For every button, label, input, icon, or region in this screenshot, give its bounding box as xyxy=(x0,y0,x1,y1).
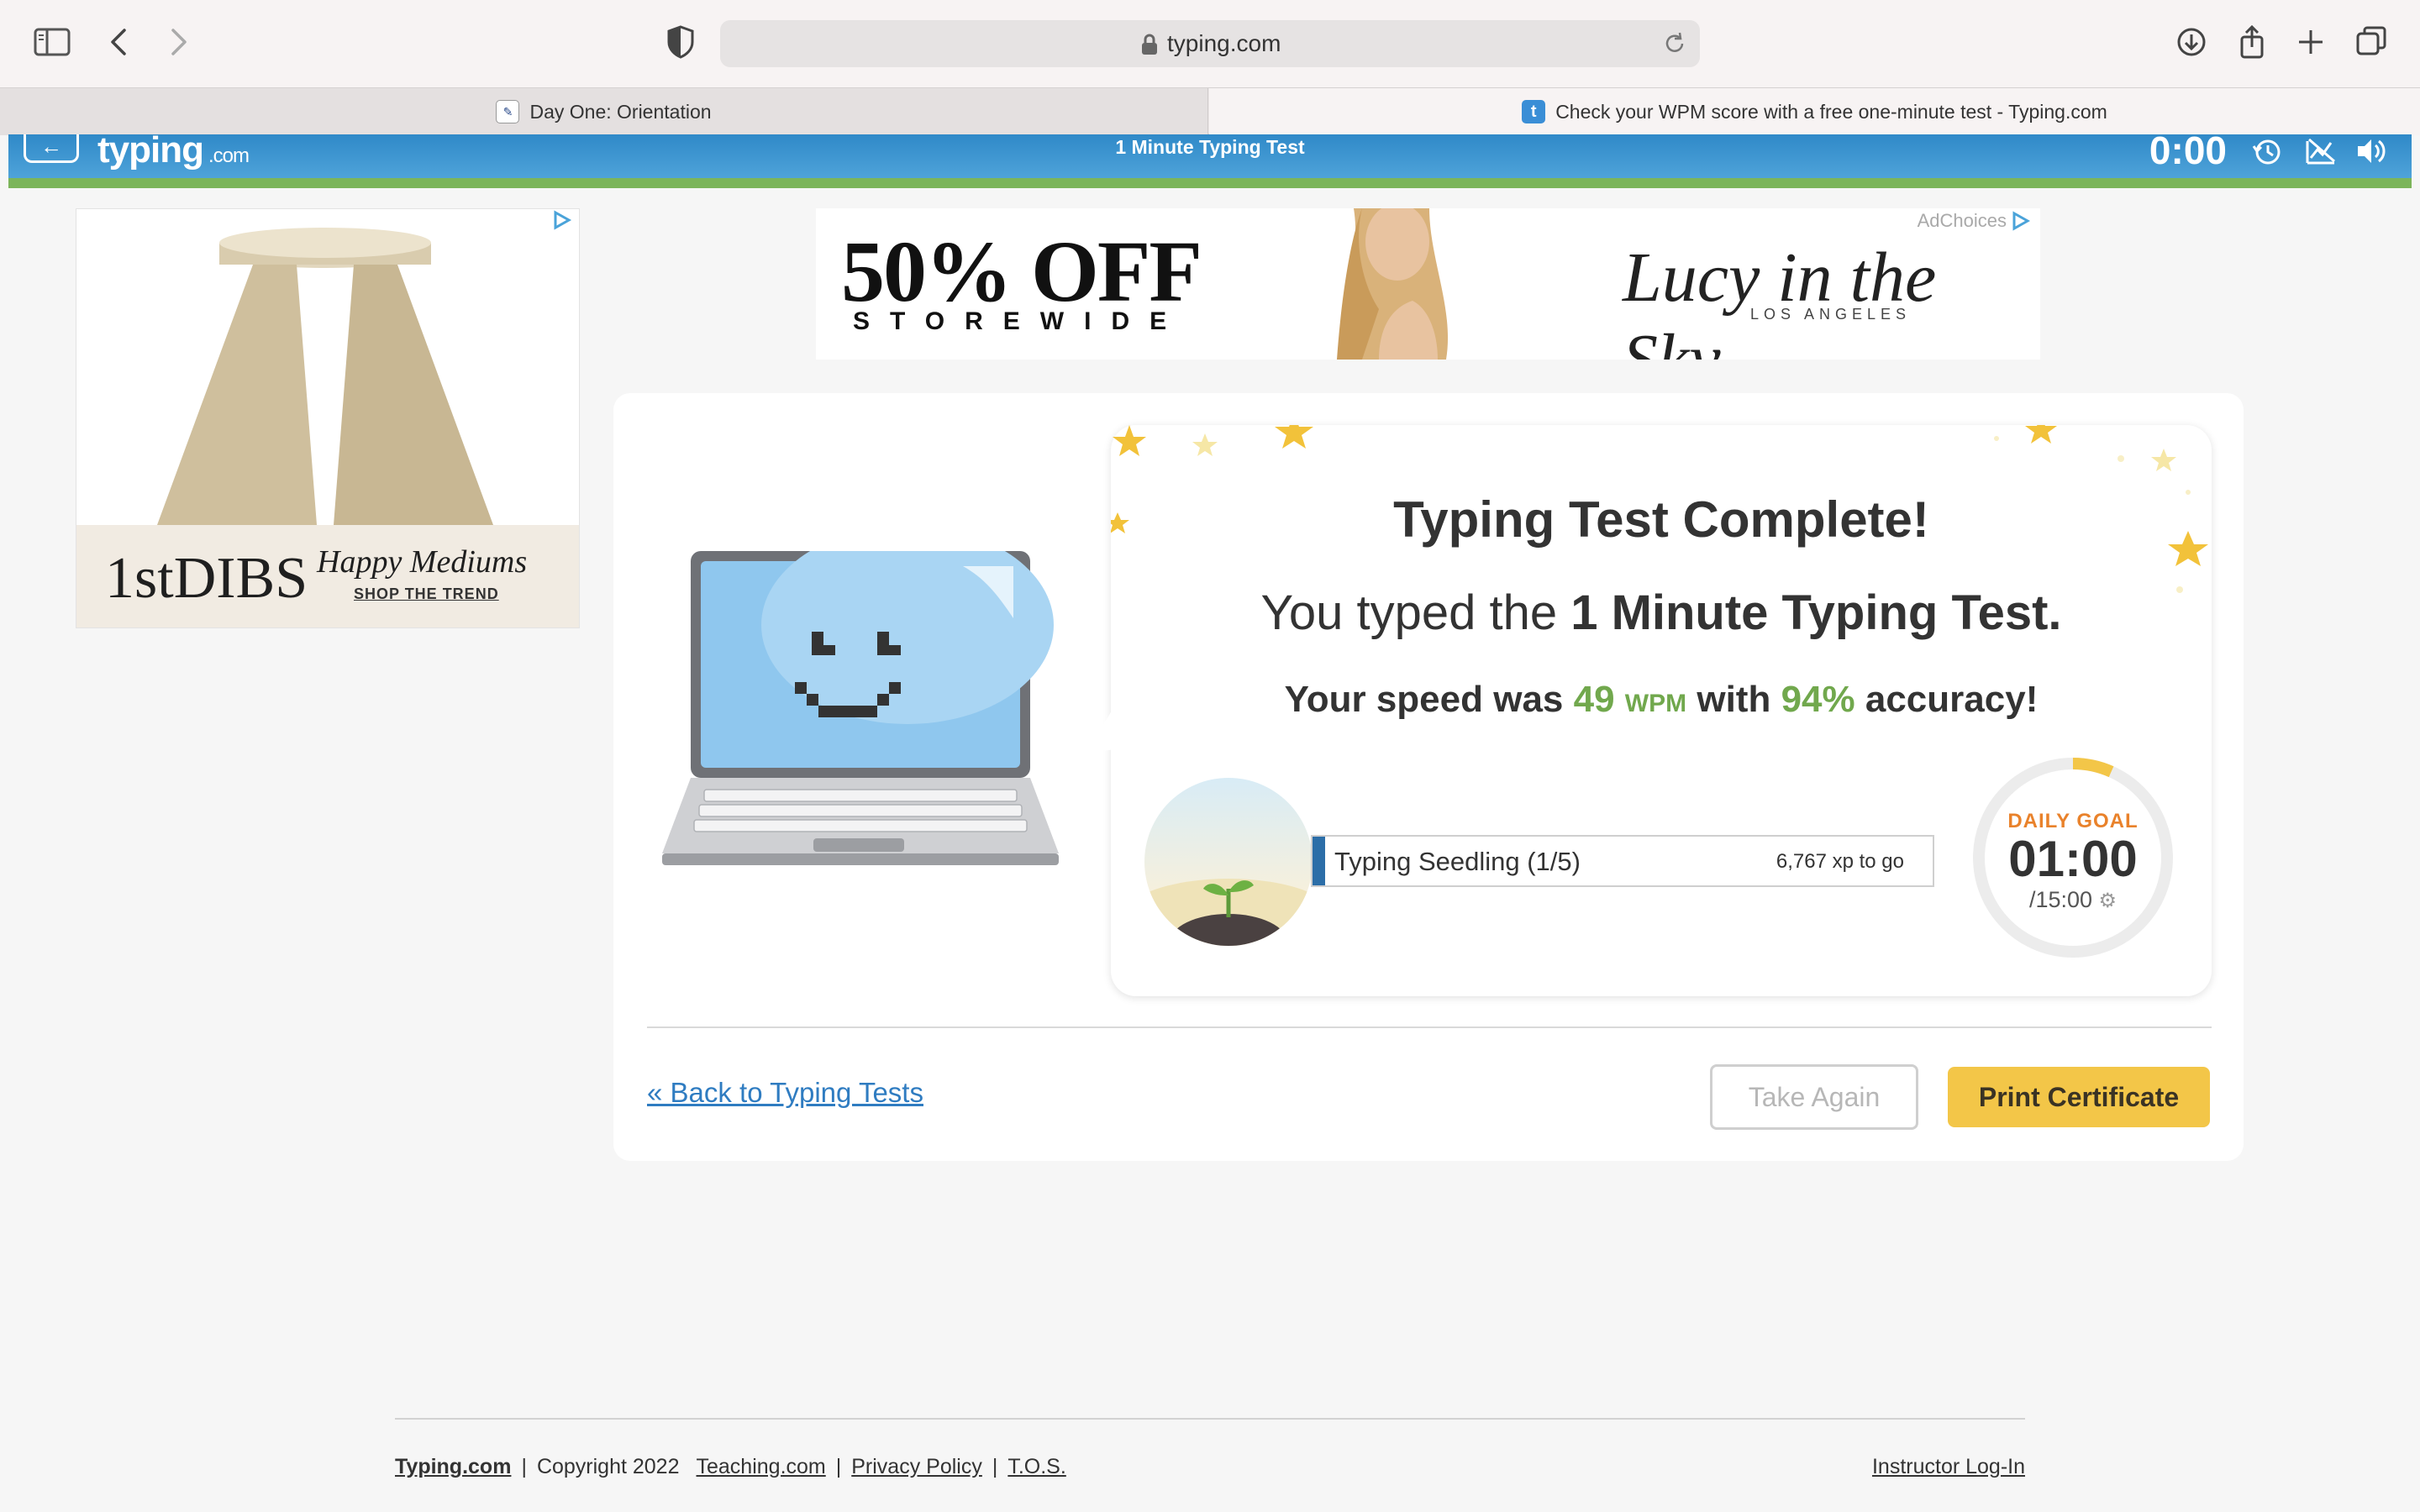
teaching-com-link[interactable]: Teaching.com xyxy=(697,1455,826,1479)
reload-icon[interactable] xyxy=(1661,30,1688,57)
take-again-button[interactable]: Take Again xyxy=(1710,1064,1918,1130)
history-icon[interactable] xyxy=(2250,134,2284,168)
footer-separator: | xyxy=(521,1455,527,1478)
accuracy-value: 94% xyxy=(1781,679,1855,720)
footer-divider xyxy=(395,1418,2025,1420)
print-certificate-button[interactable]: Print Certificate xyxy=(1948,1067,2210,1127)
adchoices-icon[interactable] xyxy=(550,209,572,231)
browser-toolbar: typing.com xyxy=(0,0,2420,87)
speed-suffix: accuracy! xyxy=(1854,679,2039,720)
daily-goal-ring[interactable]: DAILY GOAL 01:00 /15:00 ⚙ xyxy=(1968,753,2178,963)
ad-cta[interactable]: SHOP THE TREND xyxy=(354,585,499,603)
typing-favicon-icon: t xyxy=(1522,100,1546,123)
page-title: 1 Minute Typing Test xyxy=(1115,136,1305,158)
back-to-typing-tests-link[interactable]: « Back to Typing Tests xyxy=(647,1077,923,1109)
back-arrow-icon[interactable] xyxy=(99,22,139,62)
actions-divider xyxy=(647,1026,2212,1028)
adchoices-label: AdChoices xyxy=(1917,210,2007,231)
adchoices-link[interactable]: AdChoices xyxy=(1918,210,2030,232)
wpm-unit: WPM xyxy=(1624,690,1687,717)
typed-test-line: You typed the 1 Minute Typing Test. xyxy=(1111,585,2212,641)
gear-icon[interactable]: ⚙ xyxy=(2099,890,2118,912)
model-photo xyxy=(1337,208,1449,360)
result-bubble: Typing Test Complete! You typed the 1 Mi… xyxy=(1074,425,2212,996)
ad-brand-lucy: Lucy in the Sky xyxy=(1623,239,1937,360)
speed-summary: Your speed was 49 WPM with 94% accuracy! xyxy=(1111,679,2212,721)
ad-caption: 1stDIBS Happy Mediums SHOP THE TREND xyxy=(76,525,579,627)
stool-image xyxy=(76,209,579,525)
address-bar[interactable]: typing.com xyxy=(720,20,1700,67)
test-name: 1 Minute Typing Test. xyxy=(1570,585,2062,640)
footer-separator: | xyxy=(835,1455,842,1478)
share-icon[interactable] xyxy=(2232,22,2272,62)
daily-goal-total: /15:00 ⚙ xyxy=(1968,887,2178,913)
level-label: Typing Seedling (1/5) xyxy=(1334,847,1581,876)
adchoices-icon xyxy=(2012,211,2030,231)
copyright-text: Copyright 2022 xyxy=(536,1455,680,1478)
footer-separator: | xyxy=(992,1455,998,1478)
privacy-policy-link[interactable]: Privacy Policy xyxy=(851,1455,982,1479)
download-icon[interactable] xyxy=(2171,22,2212,62)
top-advertisement[interactable]: 50% OFF STOREWIDE Lucy in the Sky LOS AN… xyxy=(816,208,2040,360)
lock-icon xyxy=(1142,34,1157,55)
tab-typing-test[interactable]: t Check your WPM score with a free one-m… xyxy=(1209,88,2420,135)
wpm-value: 49 xyxy=(1573,679,1615,720)
footer-links: Typing.com | Copyright 2022 Teaching.com… xyxy=(395,1455,1066,1479)
chart-off-icon[interactable] xyxy=(2304,134,2338,168)
left-advertisement[interactable]: 1stDIBS Happy Mediums SHOP THE TREND xyxy=(76,208,580,628)
result-card: Typing Test Complete! You typed the 1 Mi… xyxy=(613,393,2244,1161)
site-header: ← typing .com 1 Minute Typing Test 0:00 xyxy=(8,129,2412,188)
instructor-login-link[interactable]: Instructor Log-In xyxy=(1872,1455,2025,1479)
test-complete-heading: Typing Test Complete! xyxy=(1393,491,1929,548)
tab-title: Check your WPM score with a free one-min… xyxy=(1555,100,2107,123)
tab-overview-icon[interactable] xyxy=(2351,22,2391,62)
daily-goal-time: 01:00 xyxy=(2008,831,2138,887)
forward-arrow-icon[interactable] xyxy=(158,22,198,62)
typed-prefix: You typed the xyxy=(1260,585,1571,640)
xp-progress-fill xyxy=(1313,837,1325,885)
tos-link[interactable]: T.O.S. xyxy=(1007,1455,1065,1479)
timer-display: 0:00 xyxy=(2149,129,2227,172)
ad-brand: 1stDIBS xyxy=(105,546,308,611)
header-accent-strip xyxy=(8,178,2412,188)
privacy-shield-icon[interactable] xyxy=(660,22,701,62)
tab-title: Day One: Orientation xyxy=(529,100,712,123)
speed-prefix: Your speed was xyxy=(1284,679,1574,720)
seedling-level-badge xyxy=(1144,778,1313,946)
typing-com-link[interactable]: Typing.com xyxy=(395,1455,511,1479)
speed-mid: with xyxy=(1686,679,1781,720)
school-favicon-icon: ✎ xyxy=(496,100,520,123)
xp-progress-bar: Typing Seedling (1/5) 6,767 xp to go xyxy=(1311,835,1934,887)
xp-remaining: 6,767 xp to go xyxy=(1776,850,1904,873)
laptop-mascot-illustration xyxy=(662,551,1059,865)
url-text: typing.com xyxy=(1167,30,1281,56)
sidebar-toggle-icon[interactable] xyxy=(32,22,72,62)
new-tab-icon[interactable] xyxy=(2291,22,2331,62)
ad-subline: STOREWIDE xyxy=(853,307,1187,335)
daily-goal-total-text: /15:00 xyxy=(2028,887,2093,912)
tab-day-one[interactable]: ✎ Day One: Orientation xyxy=(0,88,1208,135)
ad-brand-location: LOS ANGELES xyxy=(1750,306,1912,323)
tab-bar: ✎ Day One: Orientation t Check your WPM … xyxy=(0,87,2420,135)
volume-icon[interactable] xyxy=(2354,134,2388,168)
ad-tagline: Happy Mediums xyxy=(317,544,528,580)
